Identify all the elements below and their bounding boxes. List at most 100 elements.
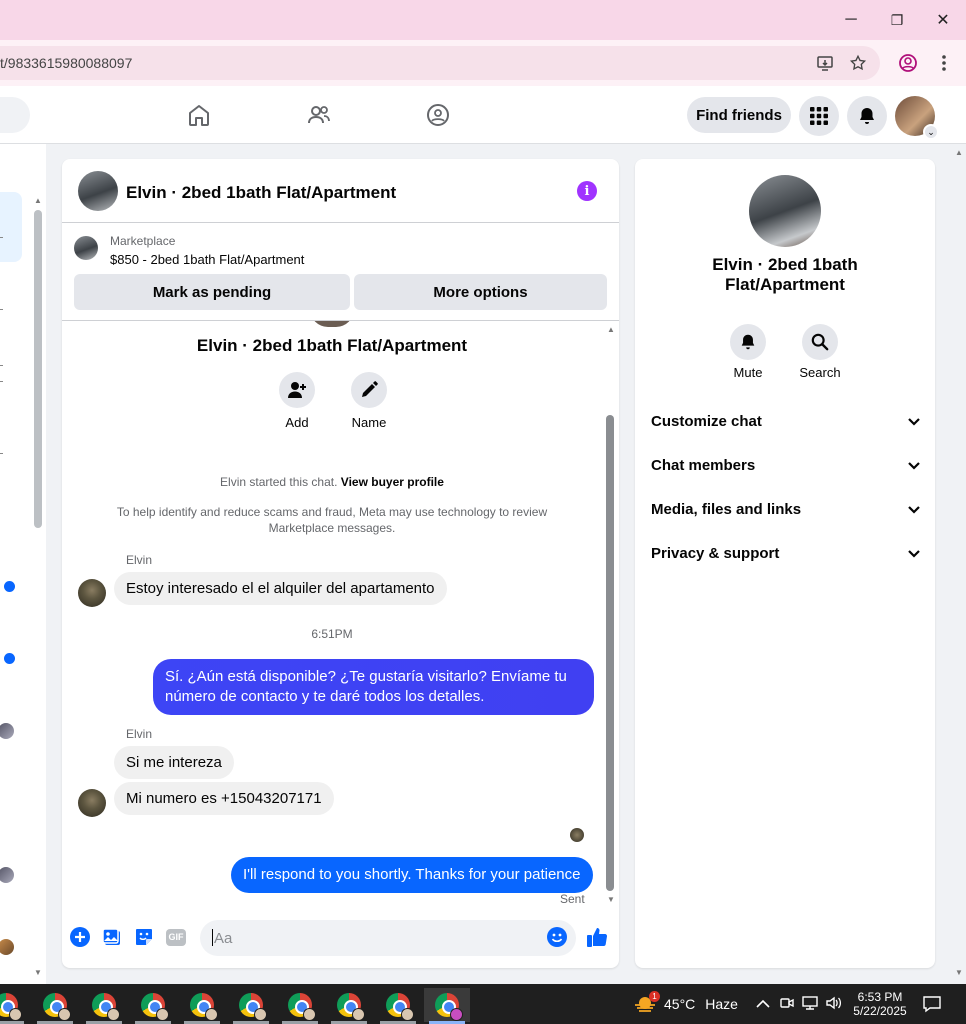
volume-icon[interactable] [826, 996, 842, 1013]
mute-button[interactable] [730, 324, 766, 360]
maximize-button[interactable]: ❐ [874, 0, 920, 40]
list-item[interactable] [0, 453, 3, 454]
page-scroll-down-arrow-icon[interactable]: ▼ [955, 968, 963, 977]
message-input[interactable]: Aa [200, 920, 576, 956]
selected-chat-item[interactable] [0, 192, 22, 262]
system-clock[interactable]: 6:53 PM 5/22/2025 [850, 984, 910, 1024]
chrome-taskbar-icon[interactable] [35, 988, 75, 1022]
info-icon[interactable]: i [577, 181, 597, 201]
message-list: Elvin · 2bed 1bath Flat/Apartment Add Na… [62, 321, 619, 908]
account-avatar[interactable]: ⌄ [895, 96, 939, 140]
minimize-button[interactable]: ─ [828, 0, 874, 40]
media-files-links-section[interactable]: Media, files and links [651, 497, 921, 521]
list-item[interactable] [0, 237, 3, 238]
marketplace-banner: Marketplace $850 - 2bed 1bath Flat/Apart… [62, 223, 619, 321]
meet-now-icon[interactable] [780, 996, 794, 1013]
browser-menu-icon[interactable] [933, 52, 955, 74]
chat-members-section[interactable]: Chat members [651, 453, 921, 477]
chat-list-scrollbar[interactable] [34, 210, 42, 528]
mute-label: Mute [733, 365, 763, 380]
avatar [310, 321, 354, 327]
gif-icon[interactable]: GIF [165, 926, 187, 948]
listing-thumbnail[interactable] [78, 171, 118, 211]
conversation-info-panel: Elvin · 2bed 1bath Flat/Apartment Mute S… [635, 159, 935, 968]
profile-icon[interactable] [897, 52, 919, 74]
home-icon[interactable] [184, 100, 214, 130]
friends-icon[interactable] [304, 100, 334, 130]
close-window-button[interactable]: ✕ [920, 0, 966, 40]
menu-grid-button[interactable] [799, 96, 839, 136]
add-attachment-icon[interactable] [69, 926, 91, 948]
chrome-taskbar-icon[interactable] [280, 988, 320, 1022]
listing-photo[interactable] [749, 175, 821, 247]
view-buyer-profile-link[interactable]: View buyer profile [341, 475, 444, 489]
listing-price[interactable]: $850 - 2bed 1bath Flat/Apartment [110, 252, 304, 267]
unread-dot [4, 653, 15, 664]
photo-icon[interactable] [101, 926, 123, 948]
sticker-icon[interactable] [133, 926, 155, 948]
chevron-up-icon[interactable] [756, 996, 770, 1012]
avatar[interactable] [78, 789, 106, 817]
scroll-up-arrow-icon[interactable]: ▲ [34, 196, 42, 205]
chevron-down-icon [908, 418, 920, 426]
read-receipt-avatar [570, 828, 584, 842]
message-sender: Elvin [126, 553, 153, 567]
scroll-down-arrow-icon[interactable]: ▼ [607, 895, 615, 904]
chrome-taskbar-icon[interactable] [231, 988, 271, 1022]
privacy-support-section[interactable]: Privacy & support [651, 541, 921, 565]
mark-as-pending-button[interactable]: Mark as pending [74, 274, 350, 310]
list-item[interactable] [0, 381, 3, 382]
more-options-button[interactable]: More options [354, 274, 607, 310]
url-text[interactable]: t/9833615980088097 [0, 55, 132, 71]
notification-center-icon[interactable] [922, 984, 942, 1024]
sent-status: Sent [560, 892, 585, 906]
conversation-header: Elvin · 2bed 1bath Flat/Apartment i [62, 159, 619, 223]
customize-chat-section[interactable]: Customize chat [651, 409, 921, 433]
chrome-taskbar-icon[interactable] [329, 988, 369, 1022]
bookmark-star-icon[interactable] [847, 52, 869, 74]
scroll-down-arrow-icon[interactable]: ▼ [34, 968, 42, 977]
grid-icon [810, 107, 828, 125]
page-scroll-up-arrow-icon[interactable]: ▲ [955, 148, 963, 157]
network-icon[interactable] [802, 995, 818, 1013]
emoji-icon[interactable] [546, 926, 568, 948]
clock-time: 6:53 PM [857, 990, 903, 1004]
chevron-down-icon [908, 462, 920, 470]
like-thumb-icon[interactable] [586, 926, 608, 948]
message-bubble[interactable]: I'll respond to you shortly. Thanks for … [231, 857, 593, 893]
haze-weather-icon: 1 [634, 991, 660, 1013]
add-people-button[interactable] [279, 372, 315, 408]
chrome-taskbar-icon[interactable] [182, 988, 222, 1022]
safety-notice: To help identify and reduce scams and fr… [116, 505, 548, 535]
list-item[interactable] [0, 365, 3, 366]
message-bubble[interactable]: Sí. ¿Aún está disponible? ¿Te gustaría v… [153, 659, 594, 715]
message-bubble[interactable]: Estoy interesado el el alquiler del apar… [114, 572, 447, 605]
scroll-up-arrow-icon[interactable]: ▲ [607, 325, 615, 334]
weather-widget[interactable]: 1 45°C Haze [634, 984, 738, 1024]
edit-name-button[interactable] [351, 372, 387, 408]
search-in-conversation-button[interactable] [802, 324, 838, 360]
list-item[interactable] [0, 309, 3, 310]
clock-date: 5/22/2025 [853, 1004, 907, 1018]
unread-dot [4, 581, 15, 592]
listing-thumbnail[interactable] [74, 236, 98, 260]
chrome-taskbar-icon[interactable] [84, 988, 124, 1022]
conversation-title[interactable]: Elvin · 2bed 1bath Flat/Apartment [126, 183, 396, 203]
install-app-icon[interactable] [814, 52, 836, 74]
chrome-taskbar-icon-active[interactable] [424, 988, 470, 1022]
message-bubble[interactable]: Mi numero es +15043207171 [114, 782, 334, 815]
weather-badge: 1 [649, 991, 660, 1002]
weather-temperature: 45°C [664, 996, 696, 1012]
chrome-taskbar-icon[interactable] [0, 988, 26, 1022]
find-friends-button[interactable]: Find friends [687, 97, 791, 133]
notifications-button[interactable] [847, 96, 887, 136]
chrome-taskbar-icon[interactable] [133, 988, 173, 1022]
groups-icon[interactable] [423, 100, 453, 130]
chevron-down-icon [908, 506, 920, 514]
chrome-taskbar-icon[interactable] [378, 988, 418, 1022]
avatar[interactable] [78, 579, 106, 607]
message-bubble[interactable]: Si me intereza [114, 746, 234, 779]
message-timestamp: 6:51PM [311, 627, 353, 641]
conversation-panel: Elvin · 2bed 1bath Flat/Apartment i Mark… [62, 159, 619, 968]
message-list-scrollbar[interactable] [606, 415, 614, 891]
